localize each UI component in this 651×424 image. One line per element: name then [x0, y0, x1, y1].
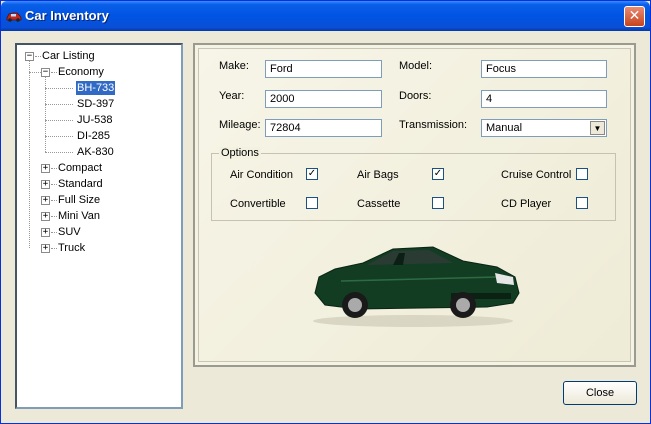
tree-item-suv[interactable]: SUV: [58, 225, 81, 239]
chevron-down-icon[interactable]: ▼: [590, 121, 605, 135]
tree-root-car-listing[interactable]: Car Listing: [42, 49, 95, 63]
collapse-icon[interactable]: −: [25, 52, 34, 61]
tree-item-ju-538[interactable]: JU-538: [77, 113, 112, 127]
model-field[interactable]: Focus: [481, 60, 607, 78]
expand-icon[interactable]: +: [41, 212, 50, 221]
option-label-cruise-control: Cruise Control: [501, 169, 572, 181]
transmission-label: Transmission:: [399, 119, 468, 131]
expand-icon[interactable]: +: [41, 196, 50, 205]
tree-item-di-285[interactable]: DI-285: [77, 129, 110, 143]
tree-item-compact[interactable]: Compact: [58, 161, 102, 175]
tree-item-full-size[interactable]: Full Size: [58, 193, 100, 207]
option-label-air-condition: Air Condition: [230, 169, 293, 181]
car-app-icon: [6, 12, 22, 22]
car-image: [313, 246, 520, 327]
year-label: Year:: [219, 90, 245, 102]
car-inventory-window: Car Inventory ✕ − Car Listing − Economy …: [0, 0, 651, 424]
doors-label: Doors:: [399, 90, 432, 102]
expand-icon[interactable]: +: [41, 228, 50, 237]
cassette-checkbox[interactable]: [432, 197, 444, 209]
make-field[interactable]: Ford: [265, 60, 382, 78]
convertible-checkbox[interactable]: [306, 197, 318, 209]
tree-item-economy[interactable]: Economy: [58, 65, 104, 79]
transmission-select[interactable]: Manual ▼: [481, 119, 607, 137]
tree-item-mini-van[interactable]: Mini Van: [58, 209, 100, 223]
close-button[interactable]: Close: [563, 381, 637, 405]
option-label-cassette: Cassette: [357, 198, 401, 210]
option-label-cd-player: CD Player: [501, 198, 552, 210]
model-label: Model:: [399, 60, 433, 72]
air-bags-checkbox[interactable]: ✓: [432, 168, 444, 180]
mileage-field[interactable]: 72804: [265, 119, 382, 137]
options-group: [211, 153, 616, 221]
car-tree-view[interactable]: − Car Listing − Economy BH-733 SD-397 JU…: [15, 43, 183, 409]
expand-icon[interactable]: +: [41, 244, 50, 253]
cd-player-checkbox[interactable]: [576, 197, 588, 209]
tree-item-bh-733[interactable]: BH-733: [76, 81, 116, 95]
title-bar[interactable]: Car Inventory ✕: [1, 1, 650, 31]
option-label-convertible: Convertible: [230, 198, 286, 210]
window-title: Car Inventory: [25, 8, 109, 23]
options-group-title: Options: [219, 147, 261, 159]
close-icon: ✕: [628, 8, 641, 24]
year-field[interactable]: 2000: [265, 90, 382, 108]
cruise-control-checkbox[interactable]: [576, 168, 588, 180]
tree-item-truck[interactable]: Truck: [58, 241, 85, 255]
mileage-label: Mileage:: [219, 119, 261, 131]
doors-field[interactable]: 4: [481, 90, 607, 108]
transmission-value: Manual: [486, 122, 523, 134]
close-window-button[interactable]: ✕: [624, 6, 645, 27]
tree-item-ak-830[interactable]: AK-830: [77, 145, 114, 159]
collapse-icon[interactable]: −: [41, 68, 50, 77]
air-condition-checkbox[interactable]: ✓: [306, 168, 318, 180]
tree-item-sd-397[interactable]: SD-397: [77, 97, 114, 111]
make-label: Make:: [219, 60, 249, 72]
option-label-air-bags: Air Bags: [357, 169, 399, 181]
tree-item-standard[interactable]: Standard: [58, 177, 103, 191]
expand-icon[interactable]: +: [41, 164, 50, 173]
expand-icon[interactable]: +: [41, 180, 50, 189]
